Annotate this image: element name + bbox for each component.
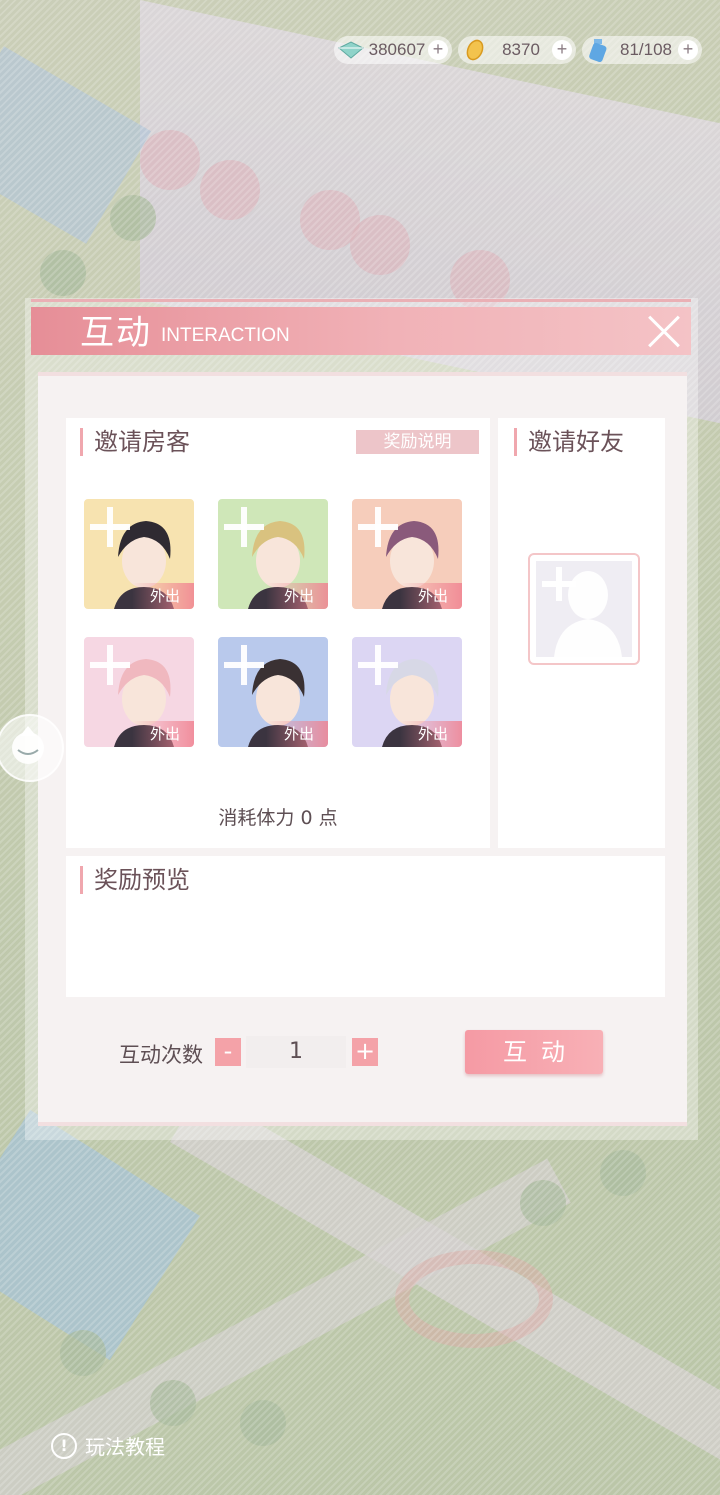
silhouette-icon — [536, 561, 632, 657]
resource-stamina: 81/108 + — [582, 36, 702, 64]
decrease-count-button[interactable]: - — [215, 1038, 241, 1066]
add-icon — [241, 507, 247, 547]
side-menu-handle[interactable] — [0, 714, 64, 782]
stamina-count: 81/108 — [620, 40, 672, 59]
invite-friend-slot[interactable] — [528, 553, 640, 665]
resource-diamond: 380607 + — [334, 36, 452, 64]
guest-status-badge: 外出 — [132, 721, 194, 747]
invite-guests-title: 邀请房客 — [80, 428, 190, 456]
reward-info-button[interactable]: 奖励说明 — [356, 430, 479, 454]
resource-gold: 8370 + — [458, 36, 576, 64]
add-diamond-button[interactable]: + — [428, 40, 448, 60]
invite-guests-card — [66, 418, 490, 848]
add-icon — [375, 507, 381, 547]
increase-count-button[interactable]: + — [352, 1038, 378, 1066]
invite-friends-title: 邀请好友 — [514, 428, 624, 456]
dialog-title: 互动 — [80, 313, 152, 353]
dialog-subtitle: INTERACTION — [161, 325, 290, 346]
add-gold-button[interactable]: + — [552, 40, 572, 60]
reward-preview-title: 奖励预览 — [80, 866, 190, 894]
guest-slot[interactable]: 外出 — [350, 497, 464, 611]
guest-status-badge: 外出 — [400, 721, 462, 747]
interaction-count-value[interactable]: 1 — [246, 1036, 346, 1068]
guest-status-badge: 外出 — [132, 583, 194, 609]
info-icon: ! — [51, 1432, 77, 1459]
tutorial-label: 玩法教程 — [85, 1435, 165, 1459]
add-icon — [107, 645, 113, 685]
add-icon — [241, 645, 247, 685]
guest-slot[interactable]: 外出 — [350, 635, 464, 749]
guest-status-badge: 外出 — [400, 583, 462, 609]
interact-button[interactable]: 互动 — [465, 1030, 603, 1074]
stamina-cost-text: 消耗体力 0 点 — [218, 807, 338, 829]
guest-slot[interactable]: 外出 — [82, 497, 196, 611]
guest-slot[interactable]: 外出 — [216, 497, 330, 611]
guest-status-badge: 外出 — [266, 583, 328, 609]
guest-status-badge: 外出 — [266, 721, 328, 747]
gold-count: 8370 — [502, 40, 540, 59]
diamond-count: 380607 — [368, 40, 426, 59]
mascot-icon — [12, 726, 44, 764]
add-icon — [107, 507, 113, 547]
guest-slot[interactable]: 外出 — [82, 635, 196, 749]
close-button[interactable] — [646, 314, 682, 350]
interaction-count-label: 互动次数 — [119, 1043, 203, 1067]
guest-slot[interactable]: 外出 — [216, 635, 330, 749]
gold-leaf-icon — [460, 37, 490, 63]
add-stamina-button[interactable]: + — [678, 40, 698, 60]
potion-bottle-icon — [584, 37, 614, 63]
tutorial-link[interactable]: ! 玩法教程 — [51, 1431, 165, 1460]
add-icon — [375, 645, 381, 685]
diamond-icon — [336, 37, 366, 63]
